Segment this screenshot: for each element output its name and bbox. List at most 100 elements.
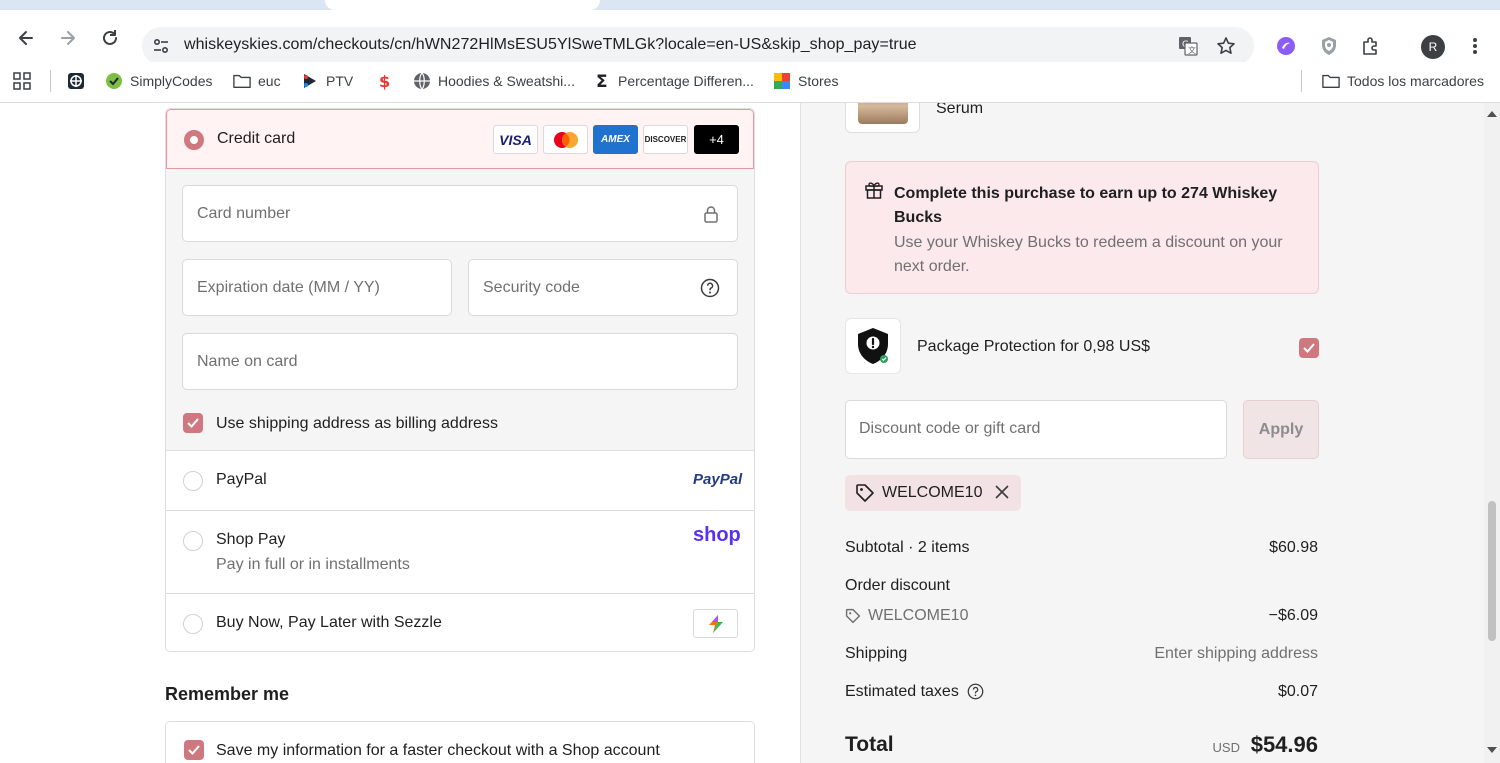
credit-card-option[interactable]: Credit card VISA AMEX DISCOVER +4 (166, 109, 754, 169)
card-number-field[interactable]: Card number (182, 185, 738, 242)
url-text[interactable]: whiskeyskies.com/checkouts/cn/hWN272HlMs… (184, 36, 917, 54)
browser-toolbar: whiskeyskies.com/checkouts/cn/hWN272HlMs… (0, 10, 1500, 65)
active-tab[interactable] (325, 0, 600, 10)
applied-code-label: WELCOME10 (882, 484, 983, 501)
product-thumbnail (845, 103, 920, 133)
svg-text:$: $ (379, 72, 390, 90)
bookmark-label: Hoodies & Sweatshi... (438, 73, 575, 89)
name-on-card-field[interactable]: Name on card (182, 333, 738, 390)
shoppay-radio[interactable] (183, 531, 203, 551)
subtotal-value: $60.98 (1269, 539, 1318, 556)
bookmark-percentage[interactable]: Σ Percentage Differen... (593, 71, 754, 91)
folder-icon (233, 72, 251, 90)
lock-icon (701, 204, 721, 224)
bookmark-separator (50, 70, 51, 92)
billing-same-checkbox[interactable] (183, 413, 203, 433)
all-bookmarks[interactable]: Todos los marcadores (1322, 71, 1484, 91)
scroll-down-arrow-icon[interactable] (1487, 745, 1497, 755)
shoppay-label: Shop Pay (216, 531, 286, 548)
credit-card-radio[interactable] (184, 130, 204, 150)
bookmark-ptv[interactable]: PTV (301, 71, 353, 91)
paypal-radio[interactable] (183, 471, 203, 491)
bookmark-euc[interactable]: euc (233, 71, 281, 91)
stores-icon (773, 72, 791, 90)
discount-value: −$6.09 (1268, 607, 1318, 624)
dollar-icon: $ (375, 72, 393, 90)
forward-icon[interactable] (54, 24, 82, 52)
bookmark-hoodies[interactable]: Hoodies & Sweatshi... (413, 71, 575, 91)
taxes-label: Estimated taxes (845, 683, 959, 700)
card-number-placeholder: Card number (197, 205, 291, 222)
bookmarks-bar: SimplyCodes euc PTV $ Hoodies & Sweatshi… (0, 62, 1500, 100)
paypal-option[interactable]: PayPal PayPal (166, 450, 754, 510)
package-protection-logo (845, 318, 901, 374)
order-discount-label: Order discount (845, 577, 950, 594)
paypal-label: PayPal (216, 471, 267, 488)
address-bar[interactable]: whiskeyskies.com/checkouts/cn/hWN272HlMs… (142, 27, 1254, 65)
bookmark-label: Stores (798, 73, 839, 89)
promo-title: Complete this purchase to earn up to 274… (894, 185, 1278, 226)
sezzle-radio[interactable] (183, 614, 203, 634)
back-icon[interactable] (12, 24, 40, 52)
simplycodes-icon (105, 72, 123, 90)
visa-icon: VISA (493, 125, 538, 154)
package-protection-label: Package Protection for 0,98 US$ (917, 338, 1151, 355)
menu-kebab-icon[interactable] (1464, 35, 1486, 57)
name-on-card-placeholder: Name on card (197, 353, 298, 370)
shop-logo: shop (693, 524, 741, 546)
sezzle-label: Buy Now, Pay Later with Sezzle (216, 614, 442, 631)
taxes-value: $0.07 (1277, 683, 1318, 700)
translate-icon[interactable]: G文 (1177, 35, 1199, 57)
svg-text:文: 文 (1188, 45, 1196, 55)
remove-discount-icon[interactable] (994, 484, 1010, 505)
bookmark-star-icon[interactable] (1215, 35, 1237, 57)
rewards-promo: Complete this purchase to earn up to 274… (845, 161, 1319, 294)
credit-card-label: Credit card (217, 130, 296, 147)
bookmark-label: Todos los marcadores (1347, 73, 1484, 89)
apps-grid-icon[interactable] (13, 71, 31, 91)
expiration-placeholder: Expiration date (MM / YY) (197, 279, 380, 296)
package-protection-checkbox[interactable] (1299, 338, 1319, 358)
amex-icon: AMEX (593, 125, 638, 154)
tab-strip (0, 0, 1500, 10)
crosshair-site-icon (67, 72, 85, 90)
sigma-icon: Σ (593, 72, 611, 90)
extensions-puzzle-icon[interactable] (1360, 35, 1382, 57)
discount-code-input[interactable]: Discount code or gift card (845, 400, 1227, 459)
shoppay-option[interactable]: Shop Pay Pay in full or in installments … (166, 510, 754, 593)
checkout-page: Credit card VISA AMEX DISCOVER +4 Card n… (0, 103, 1500, 763)
scrollbar-thumb[interactable] (1488, 501, 1496, 641)
shipping-value: Enter shipping address (1154, 645, 1318, 662)
credit-card-form: Card number Expiration date (MM / YY) Se… (166, 169, 754, 450)
ptv-icon (301, 72, 319, 90)
billing-same-label: Use shipping address as billing address (216, 415, 498, 432)
bookmark-simplycodes[interactable]: SimplyCodes (105, 71, 212, 91)
page-scrollbar[interactable] (1484, 103, 1500, 763)
svg-text:Σ: Σ (596, 72, 608, 90)
save-info-checkbox[interactable] (184, 740, 204, 760)
bookmark-label: SimplyCodes (130, 73, 213, 89)
bookmark-label: euc (258, 73, 281, 89)
shield-extension-icon[interactable] (1318, 35, 1340, 57)
subtotal-label: Subtotal · 2 items (845, 539, 970, 556)
bookmark-grid-site[interactable] (67, 71, 85, 91)
discount-code-label: WELCOME10 (868, 607, 969, 624)
taxes-help-icon[interactable] (967, 683, 984, 705)
payment-methods: Credit card VISA AMEX DISCOVER +4 Card n… (165, 108, 755, 652)
product-name: Serum (936, 103, 984, 117)
expiration-field[interactable]: Expiration date (MM / YY) (182, 259, 452, 316)
applied-discount-tag: WELCOME10 (845, 475, 1021, 511)
more-cards-badge: +4 (694, 125, 739, 154)
bookmark-stores[interactable]: Stores (773, 71, 838, 91)
reload-icon[interactable] (96, 24, 124, 52)
scroll-up-arrow-icon[interactable] (1487, 108, 1497, 118)
apply-discount-button[interactable]: Apply (1243, 400, 1319, 459)
site-settings-icon[interactable] (150, 35, 172, 57)
security-code-field[interactable]: Security code (468, 259, 738, 316)
help-circle-icon[interactable] (700, 278, 720, 298)
profile-avatar[interactable]: R (1421, 35, 1445, 59)
extension-purple-icon[interactable] (1275, 35, 1297, 57)
mastercard-icon (543, 125, 588, 154)
bookmark-dollar[interactable]: $ (375, 71, 393, 91)
sezzle-option[interactable]: Buy Now, Pay Later with Sezzle (166, 593, 754, 651)
